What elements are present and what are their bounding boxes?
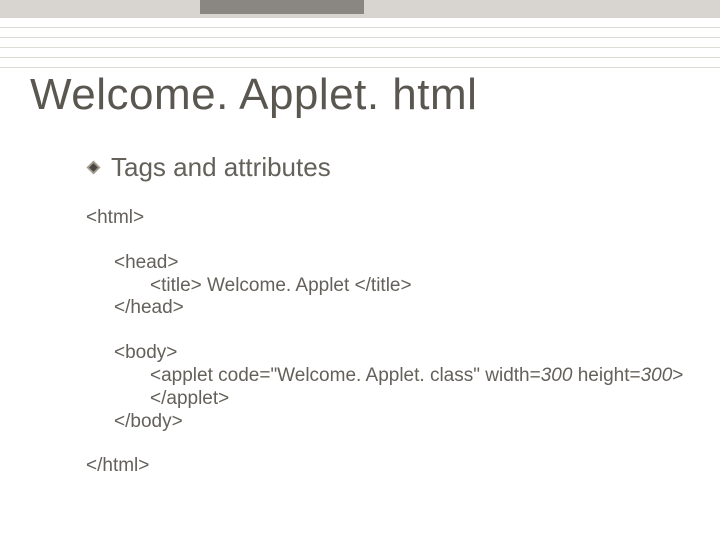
subtitle-text: Tags and attributes <box>111 152 331 183</box>
code-line: <title> Welcome. Applet </title> <box>86 275 690 298</box>
code-line: <head> <box>86 252 690 275</box>
code-text: Welcome. Applet <box>207 275 355 296</box>
code-line: </html> <box>86 455 690 478</box>
code-text-italic: 300 <box>541 365 573 386</box>
slide-title: Welcome. Applet. html <box>30 70 690 120</box>
code-text: <applet code="Welcome. Applet. class" wi… <box>150 365 541 386</box>
code-text: height= <box>572 365 640 386</box>
diamond-bullet-icon <box>86 160 101 175</box>
code-line: </head> <box>86 297 690 320</box>
code-text: </title> <box>355 275 412 296</box>
code-line: <body> <box>86 342 690 365</box>
code-line: <html> <box>86 207 690 230</box>
code-text: > <box>672 365 683 386</box>
code-line: </applet> <box>86 388 690 411</box>
code-line: </body> <box>86 411 690 434</box>
code-block: <html> <head> <title> Welcome. Applet </… <box>86 207 690 478</box>
slide-content: Welcome. Applet. html Tags and attribute… <box>0 0 720 540</box>
code-text-italic: 300 <box>641 365 673 386</box>
code-line: <applet code="Welcome. Applet. class" wi… <box>86 365 690 388</box>
code-text: <title> <box>150 275 207 296</box>
subtitle-row: Tags and attributes <box>86 152 690 183</box>
